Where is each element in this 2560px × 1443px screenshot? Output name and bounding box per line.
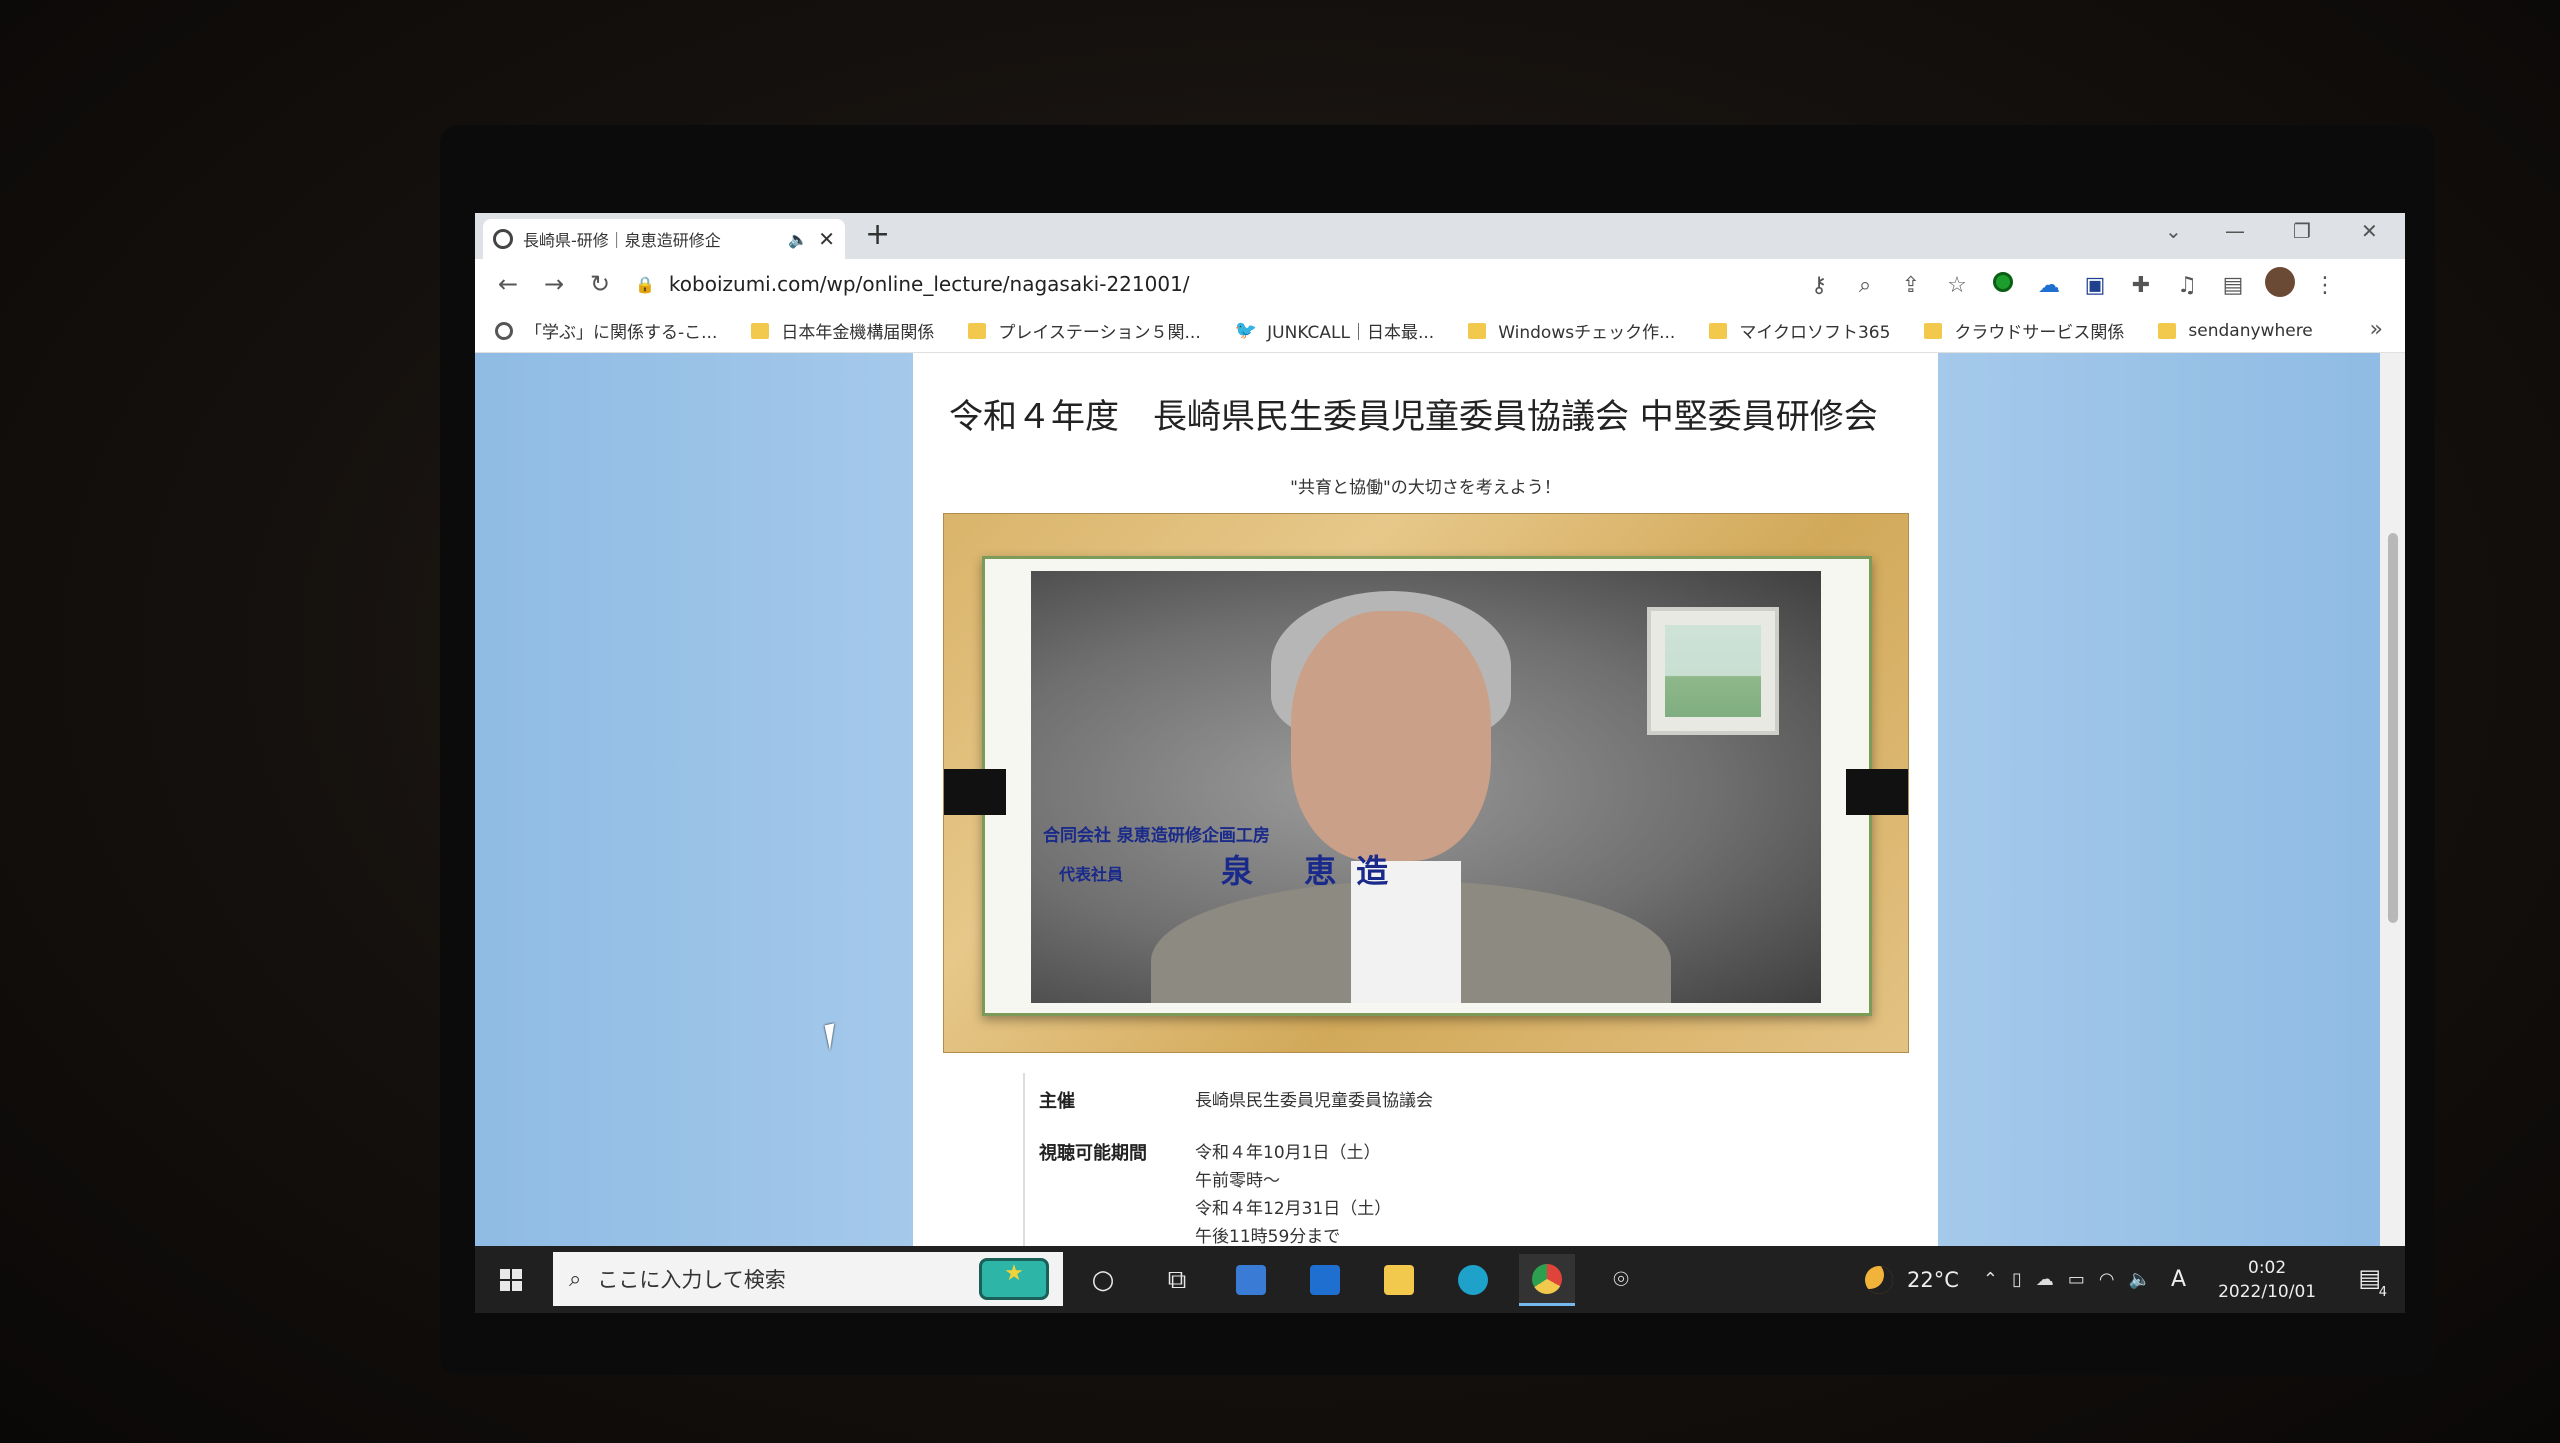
lock-icon[interactable]: 🔒	[635, 275, 655, 294]
extension-blue-icon[interactable]: ▣	[2081, 273, 2109, 298]
system-tray: 22°C ⌃ ▯ ☁ ▭ ◠ 🔈 A 0:02 2022/10/01	[1865, 1246, 2316, 1313]
zoom-icon[interactable]: ⌕	[1851, 273, 1879, 298]
key-icon[interactable]: ⚷	[1805, 273, 1833, 298]
weather-moon-icon[interactable]	[1865, 1265, 1893, 1294]
restore-button[interactable]: ❐	[2293, 219, 2311, 243]
back-button[interactable]: ←	[485, 270, 531, 298]
side-panel-icon[interactable]: ▤	[2219, 273, 2247, 298]
mouse-cursor	[824, 1021, 850, 1051]
browser-toolbar: ← → ↻ 🔒 koboizumi.com/wp/online_lecture/…	[475, 259, 2405, 309]
folder-icon	[1468, 322, 1487, 339]
url-text: koboizumi.com/wp/online_lecture/nagasaki…	[668, 272, 1190, 296]
bookmarks-overflow-button[interactable]: »	[2370, 317, 2383, 342]
onedrive-icon[interactable]: ☁	[2035, 273, 2063, 298]
task-view-icon[interactable]: ⧉	[1149, 1254, 1205, 1306]
tab-search-button[interactable]: ⌄	[2165, 219, 2182, 243]
bookmark-item[interactable]: 「学ぶ」に関係する-こ...	[495, 318, 717, 343]
video-board: 合同会社 泉恵造研修企画工房 代表社員 泉 恵造	[982, 556, 1872, 1016]
wifi-icon[interactable]: ◠	[2099, 1269, 2115, 1290]
volume-icon[interactable]: 🔈	[2129, 1269, 2151, 1290]
close-window-button[interactable]: ✕	[2361, 219, 2378, 243]
notification-center-icon[interactable]: ▤ 4	[2358, 1264, 2387, 1300]
new-tab-button[interactable]: +	[865, 217, 890, 252]
extension-green-icon[interactable]	[1989, 272, 2017, 298]
tab-title: 長崎県-研修｜泉恵造研修企	[523, 231, 721, 250]
toolbar-icons: ⚷ ⌕ ⇪ ☆ ☁ ▣ ✚ ♫ ▤ ⋮	[1805, 267, 2339, 303]
battery-icon[interactable]: ▭	[2068, 1269, 2085, 1290]
store-icon[interactable]	[1223, 1254, 1279, 1306]
search-highlight-icon[interactable]: ★	[979, 1258, 1049, 1300]
lecturer-face	[1291, 611, 1491, 861]
meet-icon[interactable]: ▯	[2012, 1269, 2022, 1290]
bookmarks-bar: 「学ぶ」に関係する-こ... 日本年金機構届関係 プレイステーション５関... …	[475, 309, 2405, 353]
wall-picture	[1647, 607, 1779, 735]
page-viewport: 令和４年度 長崎県民生委員児童委員協議会 中堅委員研修会 "共育と協働"の大切さ…	[475, 353, 2380, 1246]
search-icon: ⌕	[569, 1266, 582, 1292]
board-clip-right	[1846, 769, 1908, 815]
search-placeholder: ここに入力して検索	[597, 1268, 786, 1292]
extensions-puzzle-icon[interactable]: ✚	[2127, 273, 2155, 298]
edge-icon[interactable]	[1445, 1254, 1501, 1306]
scrollbar-thumb[interactable]	[2388, 533, 2398, 923]
menu-kebab-icon[interactable]: ⋮	[2311, 273, 2339, 298]
camera-icon[interactable]: ⌾	[1593, 1254, 1649, 1306]
mail-icon[interactable]	[1297, 1254, 1353, 1306]
reload-button[interactable]: ↻	[577, 270, 623, 298]
page-scrollbar[interactable]	[2380, 353, 2405, 1246]
lecturer-photo: 合同会社 泉恵造研修企画工房 代表社員 泉 恵造	[1031, 571, 1821, 1003]
tab-strip: 長崎県-研修｜泉恵造研修企 🔈 ✕ + ⌄ — ❐ ✕	[475, 213, 2405, 259]
tab-close-button[interactable]: ✕	[818, 227, 835, 251]
lecture-video[interactable]: 合同会社 泉恵造研修企画工房 代表社員 泉 恵造	[943, 513, 1909, 1053]
info-row-organizer: 主催 長崎県民生委員児童委員協議会	[1039, 1091, 1433, 1112]
bookmark-item[interactable]: マイクロソフト365	[1709, 318, 1890, 343]
share-icon[interactable]: ⇪	[1897, 273, 1925, 298]
folder-icon	[2158, 322, 2177, 339]
content-column: 令和４年度 長崎県民生委員児童委員協議会 中堅委員研修会 "共育と協働"の大切さ…	[913, 353, 1938, 1246]
info-table: 主催 長崎県民生委員児童委員協議会 視聴可能期間 令和４年10月1日（土） 午前…	[1023, 1073, 1883, 1246]
bookmark-item[interactable]: プレイステーション５関...	[968, 318, 1201, 343]
start-button[interactable]	[475, 1268, 547, 1291]
bookmark-item[interactable]: 🐦 JUNKCALL｜日本最...	[1235, 318, 1434, 343]
chevron-up-icon[interactable]: ⌃	[1983, 1269, 1998, 1290]
folder-icon	[968, 322, 987, 339]
folder-icon	[1924, 322, 1943, 339]
speaker-icon[interactable]: 🔈	[788, 230, 808, 249]
media-control-icon[interactable]: ♫	[2173, 273, 2201, 298]
windows-logo-icon	[500, 1268, 522, 1291]
explorer-icon[interactable]	[1371, 1254, 1427, 1306]
video-caption-name: 泉 恵造	[1221, 852, 1409, 890]
page-subtitle: "共育と協働"の大切さを考えよう！	[1290, 478, 1561, 498]
bookmark-item[interactable]: sendanywhere	[2158, 321, 2313, 341]
browser-tab[interactable]: 長崎県-研修｜泉恵造研修企 🔈 ✕	[483, 219, 845, 259]
globe-icon	[495, 321, 513, 340]
bookmark-star-icon[interactable]: ☆	[1943, 273, 1971, 298]
folder-icon	[1709, 322, 1728, 339]
globe-icon	[493, 229, 513, 249]
minimize-button[interactable]: —	[2225, 219, 2245, 243]
taskbar-clock[interactable]: 0:02 2022/10/01	[2218, 1258, 2316, 1302]
onedrive-tray-icon[interactable]: ☁	[2036, 1269, 2054, 1290]
info-row-viewing-period: 視聴可能期間 令和４年10月1日（土） 午前零時～ 令和４年12月31日（土） …	[1039, 1143, 1392, 1246]
bookmark-item[interactable]: 日本年金機構届関係	[751, 318, 934, 343]
taskbar-search-box[interactable]: ⌕ ここに入力して検索 ★	[553, 1252, 1063, 1306]
video-caption-company: 合同会社 泉恵造研修企画工房	[1043, 826, 1270, 846]
windows-taskbar: ⌕ ここに入力して検索 ★ ○ ⧉ ⌾ 22°C ⌃ ▯ ☁ ▭ ◠ 🔈 A 0…	[475, 1246, 2405, 1313]
page-title: 令和４年度 長崎県民生委員児童委員協議会 中堅委員研修会	[949, 397, 1878, 437]
video-caption-role: 代表社員	[1059, 865, 1124, 884]
cortana-icon[interactable]: ○	[1075, 1254, 1131, 1306]
weather-temperature[interactable]: 22°C	[1907, 1268, 1959, 1292]
ime-indicator[interactable]: A	[2171, 1267, 2186, 1292]
forward-button[interactable]: →	[531, 270, 577, 298]
taskbar-apps: ○ ⧉ ⌾	[1075, 1254, 1649, 1306]
notification-count: 4	[2378, 1285, 2387, 1300]
laptop-screen: 長崎県-研修｜泉恵造研修企 🔈 ✕ + ⌄ — ❐ ✕ ← → ↻ 🔒 kobo…	[475, 213, 2405, 1313]
board-clip-left	[944, 769, 1006, 815]
bookmark-item[interactable]: Windowsチェック作...	[1468, 318, 1675, 343]
folder-icon	[751, 322, 770, 339]
bird-icon: 🐦	[1234, 320, 1258, 341]
bookmark-item[interactable]: クラウドサービス関係	[1924, 318, 2124, 343]
chrome-icon[interactable]	[1519, 1254, 1575, 1306]
profile-avatar[interactable]	[2265, 267, 2295, 303]
